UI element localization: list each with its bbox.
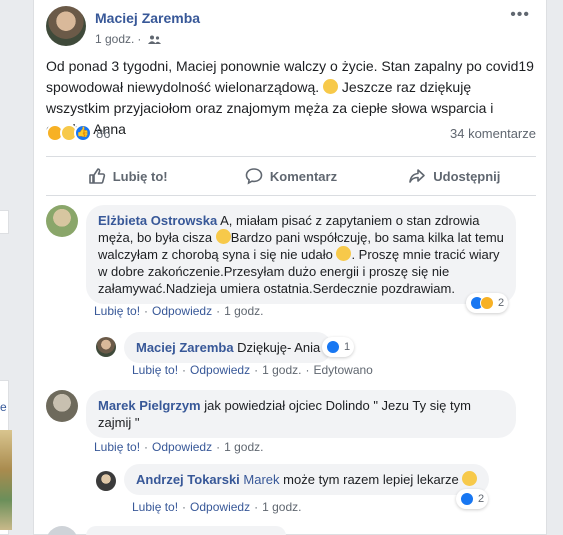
post-time[interactable]: 1 godz. (95, 32, 134, 46)
post-meta: 1 godz. · (95, 32, 161, 46)
comment-time[interactable]: 1 godz. (262, 500, 301, 514)
comment-actions: Lubię to! · Odpowiedz · 1 godz. (94, 304, 264, 318)
comment-reaction-count: 2 (478, 493, 485, 505)
like-reaction-icon (326, 340, 340, 354)
disappointed-emoji-icon (215, 229, 231, 244)
like-reaction-icon (460, 492, 474, 506)
action-bar: Lubię to! Komentarz Udostępnij (46, 156, 536, 196)
commenter-avatar[interactable] (96, 337, 116, 357)
care-reaction-icon (480, 296, 494, 310)
comment-fragment (46, 526, 306, 535)
comment-actions: Lubię to! · Odpowiedz · 1 godz. (94, 440, 264, 454)
left-card-link-fragment[interactable]: e (0, 400, 7, 414)
comment-bubble: Maciej Zaremba Dziękuję- Ania (124, 332, 333, 363)
comment-actions: Lubię to! · Odpowiedz · 1 godz. (132, 500, 302, 514)
post-header: Maciej Zaremba 1 godz. · ••• (46, 6, 536, 48)
comment-time[interactable]: 1 godz. (224, 440, 263, 454)
comment-reactions[interactable]: 1 (322, 337, 355, 357)
author-avatar[interactable] (46, 6, 86, 46)
comment-time[interactable]: 1 godz. (262, 363, 301, 377)
comment-author[interactable]: Marek Pielgrzym (98, 398, 201, 413)
comment-like-link[interactable]: Lubię to! (132, 500, 178, 514)
left-card-image (0, 430, 12, 530)
comment-bubble (86, 526, 286, 535)
grinning-emoji-icon (462, 471, 478, 486)
comment-text: Dziękuję- Ania (237, 340, 321, 355)
comment-text: może tym razem lepiej lekarze (283, 472, 463, 487)
left-card-fragment (0, 210, 9, 234)
comment-bubble: Marek Pielgrzym jak powiedział ojciec Do… (86, 390, 516, 438)
comments-count[interactable]: 34 komentarze (450, 126, 536, 141)
reactions-count[interactable]: 86 (96, 126, 110, 141)
comment-button-label: Komentarz (269, 168, 338, 184)
commenter-avatar[interactable] (46, 205, 78, 237)
comment-author[interactable]: Andrzej Tokarski (136, 472, 240, 487)
comment-like-link[interactable]: Lubię to! (132, 363, 178, 377)
comment-reply-link[interactable]: Odpowiedz (152, 440, 212, 454)
comment-author[interactable]: Elżbieta Ostrowska (98, 213, 217, 228)
share-button-label: Udostępnij (433, 168, 501, 184)
friends-icon (147, 35, 161, 44)
comment-reply-link[interactable]: Odpowiedz (190, 500, 250, 514)
reply: Maciej Zaremba Dziękuję- Ania 1 Lubię to… (96, 332, 536, 378)
comment-icon (245, 168, 263, 185)
post-author[interactable]: Maciej Zaremba (95, 10, 200, 26)
comment-reply-link[interactable]: Odpowiedz (190, 363, 250, 377)
sad-emoji-icon (323, 79, 339, 94)
comment-like-link[interactable]: Lubię to! (94, 440, 140, 454)
like-button[interactable]: Lubię to! (46, 157, 209, 195)
comment-reaction-count: 2 (498, 297, 505, 309)
commenter-avatar[interactable] (96, 471, 116, 491)
share-icon (409, 169, 426, 183)
comment-reply-link[interactable]: Odpowiedz (152, 304, 212, 318)
comment-author[interactable]: Maciej Zaremba (136, 340, 234, 355)
pensive-emoji-icon (336, 246, 352, 261)
comment-bubble: Andrzej Tokarski Marek może tym razem le… (124, 464, 490, 495)
commenter-avatar[interactable] (46, 390, 78, 422)
comment-reaction-count: 1 (344, 341, 351, 353)
like-button-label: Lubię to! (112, 168, 168, 184)
comment-edited[interactable]: Edytowano (313, 363, 372, 377)
like-reaction-icon[interactable]: 👍 (74, 124, 92, 142)
reply: Andrzej Tokarski Marek może tym razem le… (96, 464, 536, 522)
commenter-avatar[interactable] (46, 526, 78, 535)
share-button[interactable]: Udostępnij (373, 157, 536, 195)
more-icon[interactable]: ••• (510, 6, 530, 24)
comment-bubble: Elżbieta Ostrowska A, miałam pisać z zap… (86, 205, 516, 304)
comment: Elżbieta Ostrowska A, miałam pisać z zap… (46, 205, 540, 320)
comment-actions: Lubię to! · Odpowiedz · 1 godz. · Edytowano (132, 363, 373, 377)
post-card: Maciej Zaremba 1 godz. · ••• Od ponad 3 t… (33, 0, 547, 535)
comment-like-link[interactable]: Lubię to! (94, 304, 140, 318)
thumbs-up-icon (88, 168, 105, 184)
reactions-bar: 👍 86 34 komentarze (46, 124, 536, 144)
comment-reactions[interactable]: 2 (456, 489, 489, 509)
comment-button[interactable]: Komentarz (209, 157, 372, 195)
comment-mention[interactable]: Marek (243, 472, 279, 487)
comment-reactions[interactable]: 2 (466, 293, 509, 313)
comment: Marek Pielgrzym jak powiedział ojciec Do… (46, 390, 540, 460)
comment-time[interactable]: 1 godz. (224, 304, 263, 318)
left-rail: e (0, 0, 13, 535)
